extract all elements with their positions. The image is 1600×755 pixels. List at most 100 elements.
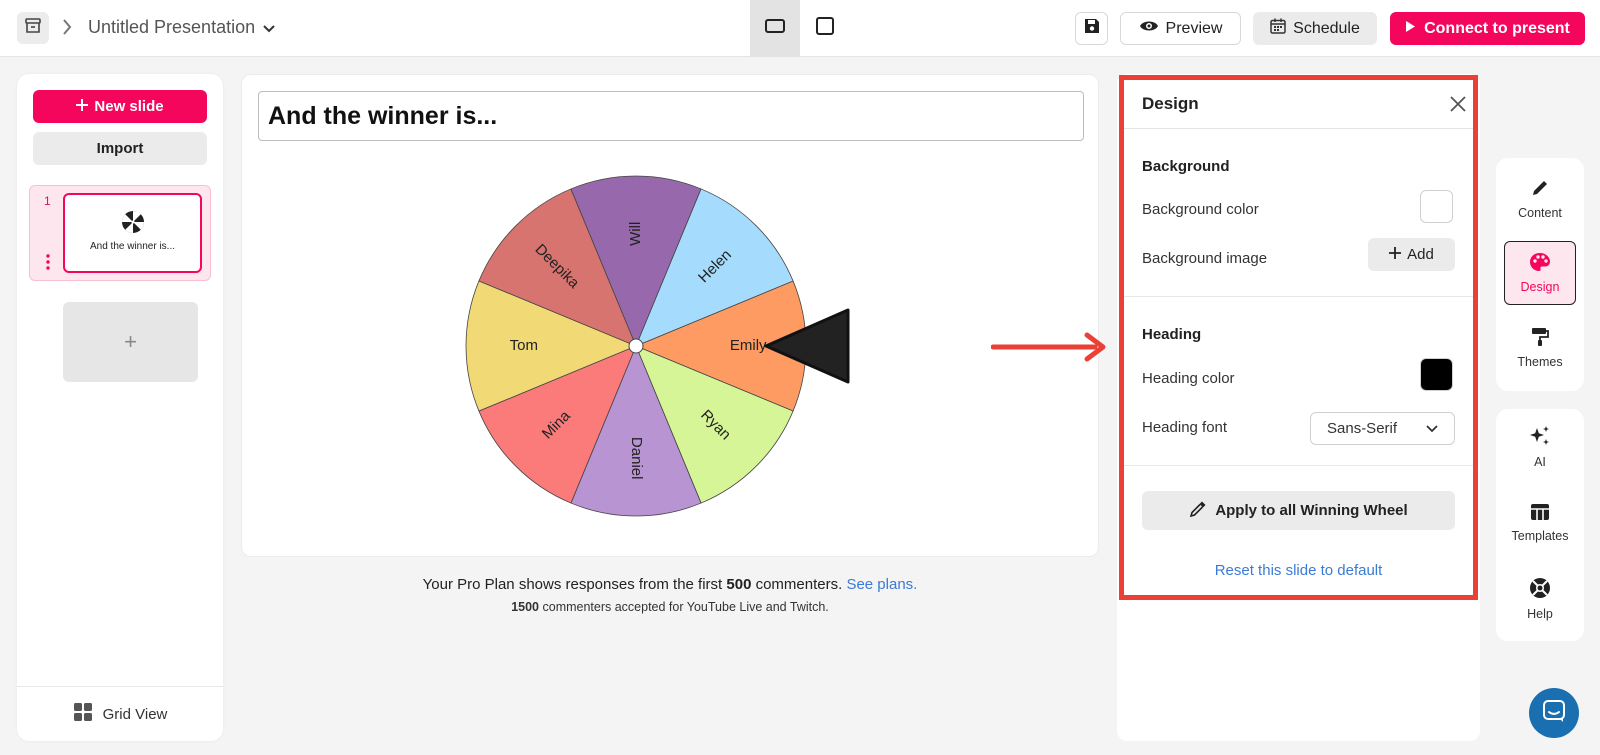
presentation-title-dropdown[interactable]: Untitled Presentation	[88, 17, 275, 38]
plan-commenter-limit: 500	[726, 576, 752, 593]
eyedropper-icon	[1189, 500, 1207, 522]
commenters-notice: 1500 commenters accepted for YouTube Liv…	[241, 600, 1099, 614]
wheel-segment-label: Tom	[510, 337, 538, 354]
plan-notice-prefix: Your Pro Plan shows responses from the f…	[422, 576, 727, 593]
sparkles-icon	[1529, 425, 1551, 450]
eye-icon	[1139, 19, 1159, 38]
apply-label: Apply to all Winning Wheel	[1215, 502, 1408, 519]
floppy-disk-icon	[1084, 18, 1100, 39]
chevron-down-icon	[1426, 420, 1438, 437]
slide-heading-input[interactable]: And the winner is...	[258, 91, 1084, 141]
design-tool-label: Design	[1520, 280, 1560, 294]
heading-font-select[interactable]: Sans-Serif	[1310, 412, 1455, 445]
preview-label: Preview	[1165, 19, 1223, 37]
wheel-thumbnail-icon	[121, 210, 145, 239]
calendar-icon	[1270, 18, 1286, 39]
design-tool-button[interactable]: Design	[1504, 241, 1576, 305]
see-plans-link[interactable]: See plans.	[846, 576, 917, 593]
slide-list-item[interactable]: 1 And the winner is...	[29, 185, 211, 281]
plan-notice: Your Pro Plan shows responses from the f…	[241, 576, 1099, 593]
slide-thumbnail[interactable]: And the winner is...	[63, 193, 202, 273]
widescreen-ratio-button[interactable]	[750, 0, 800, 57]
content-tool-label: Content	[1518, 206, 1562, 220]
wheel-segment-label: Will	[627, 222, 644, 246]
connect-label: Connect to present	[1424, 19, 1570, 37]
chat-icon	[1542, 699, 1566, 728]
divider	[1124, 465, 1473, 466]
presentation-title: Untitled Presentation	[88, 17, 256, 37]
more-options-icon[interactable]	[46, 254, 50, 275]
grid-view-button[interactable]: Grid View	[17, 686, 223, 741]
lifebuoy-icon	[1529, 577, 1551, 602]
new-slide-button[interactable]: New slide	[33, 90, 207, 123]
content-tool-button[interactable]: Content	[1504, 167, 1576, 231]
templates-tool-label: Templates	[1511, 529, 1569, 543]
schedule-button[interactable]: Schedule	[1253, 12, 1377, 45]
right-toolbar-secondary: AI Templates Help	[1496, 409, 1584, 641]
table-layout-icon	[1530, 503, 1550, 524]
commenters-notice-text: commenters accepted for YouTube Live and…	[539, 600, 829, 614]
top-bar: Untitled Presentation Preview Schedule C…	[0, 0, 1600, 57]
aspect-ratio-toggle	[750, 0, 850, 57]
play-icon	[1405, 20, 1416, 38]
widescreen-icon	[765, 19, 785, 38]
grid-icon	[73, 702, 93, 726]
paint-roller-icon	[1531, 327, 1549, 350]
add-slide-button[interactable]: +	[63, 302, 198, 382]
reset-slide-link[interactable]: Reset this slide to default	[1124, 562, 1473, 579]
help-tool-button[interactable]: Help	[1504, 567, 1576, 631]
ai-tool-label: AI	[1534, 455, 1546, 469]
help-tool-label: Help	[1527, 607, 1553, 621]
background-color-swatch[interactable]	[1420, 190, 1453, 223]
background-color-label: Background color	[1142, 201, 1259, 218]
heading-color-swatch[interactable]	[1420, 358, 1453, 391]
plus-icon	[76, 98, 89, 115]
heading-font-value: Sans-Serif	[1327, 420, 1398, 437]
right-toolbar-primary: Content Design Themes	[1496, 158, 1584, 391]
heading-section-title: Heading	[1142, 326, 1202, 343]
slides-panel: New slide Import 1 And the winner is... …	[17, 74, 223, 741]
accepted-commenter-count: 1500	[511, 600, 540, 614]
pencil-icon	[1530, 178, 1550, 201]
templates-tool-button[interactable]: Templates	[1504, 491, 1576, 555]
winning-wheel[interactable]: EmilyRyanDanielMinaTomDeepikaWillHelen	[442, 170, 862, 522]
wheel-segment-label: Emily	[730, 337, 767, 354]
slide-thumbnail-title: And the winner is...	[89, 241, 176, 252]
design-panel: Design Background Background color Backg…	[1119, 75, 1478, 600]
themes-tool-label: Themes	[1517, 355, 1563, 369]
ai-tool-button[interactable]: AI	[1504, 415, 1576, 479]
themes-tool-button[interactable]: Themes	[1504, 316, 1576, 380]
heading-font-label: Heading font	[1142, 419, 1228, 436]
chevron-right-icon	[61, 17, 73, 42]
import-button[interactable]: Import	[33, 132, 207, 165]
background-section-title: Background	[1142, 158, 1230, 175]
chat-support-button[interactable]	[1529, 688, 1579, 738]
heading-color-label: Heading color	[1142, 370, 1235, 387]
home-button[interactable]	[17, 12, 49, 44]
chevron-down-icon	[263, 17, 275, 38]
add-label: Add	[1407, 246, 1434, 263]
add-background-image-button[interactable]: Add	[1368, 238, 1455, 271]
plus-icon	[1389, 246, 1402, 263]
design-panel-title: Design	[1142, 94, 1199, 113]
slide-canvas: And the winner is... Emily Ryan Daniel Mina…	[241, 74, 1099, 557]
new-slide-label: New slide	[94, 98, 164, 115]
wheel-hub	[628, 338, 644, 354]
close-icon[interactable]	[1450, 96, 1466, 117]
connect-to-present-button[interactable]: Connect to present	[1390, 12, 1585, 45]
grid-view-label: Grid View	[102, 705, 168, 723]
preview-button[interactable]: Preview	[1120, 12, 1241, 45]
schedule-label: Schedule	[1293, 19, 1360, 37]
divider	[1124, 296, 1473, 297]
background-image-label: Background image	[1142, 250, 1268, 267]
save-button[interactable]	[1075, 12, 1108, 45]
design-panel-header: Design	[1124, 80, 1473, 129]
slide-number: 1	[44, 194, 51, 208]
annotation-arrow-icon	[990, 331, 1111, 368]
archive-icon	[24, 17, 42, 40]
square-ratio-button[interactable]	[800, 0, 850, 57]
palette-icon	[1529, 252, 1551, 275]
plan-notice-suffix: commenters.	[751, 576, 843, 593]
apply-to-all-button[interactable]: Apply to all Winning Wheel	[1142, 491, 1455, 530]
square-icon	[816, 17, 834, 40]
